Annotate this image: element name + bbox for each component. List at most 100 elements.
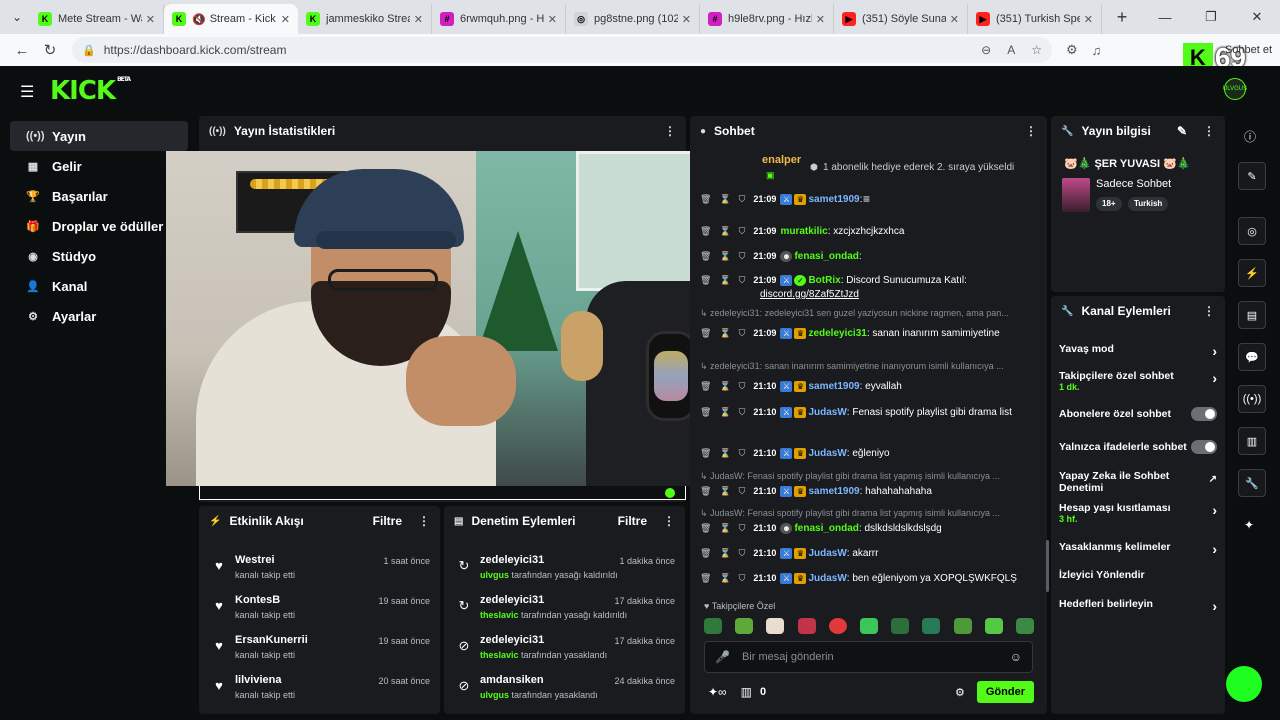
sidebar-item-5[interactable]: 👤 Kanal [10,271,188,301]
restore-button[interactable]: ❐ [1188,0,1234,34]
chat-message-list[interactable]: 🗑 ⌛ ⛉ 21:09 ⚔ ♛ samet1909: 🗑 ⌛ ⛉ 21:09 muratkilic: … [700,190,1045,600]
broadcast-icon[interactable]: ((•)) [1238,385,1266,413]
delete-message-icon[interactable]: 🗑 [700,573,711,583]
chat-username[interactable]: samet1909 [808,194,859,205]
delete-message-icon[interactable]: 🗑 [700,448,711,458]
emote-4[interactable] [797,618,816,634]
emote-3[interactable] [766,618,785,634]
sidebar-item-1[interactable]: ▦ Gelir [10,151,188,181]
moderation-row[interactable]: ⊘ zedeleyici31 theslavic tarafından yasakl… [444,628,685,668]
moderation-filter-button[interactable]: Filtre [618,514,647,528]
browser-tab[interactable]: #6rwmquh.png - Hız ✕ [432,4,566,34]
channel-action-row[interactable]: Yapay Zeka ile Sohbet Denetimi ↗ [1059,470,1219,494]
minimize-button[interactable]: — [1142,0,1188,34]
delete-message-icon[interactable]: 🗑 [700,328,711,338]
chat-username[interactable]: zedeleyici31 [808,328,866,339]
sidebar-item-3[interactable]: 🎁 Droplar ve ödüller [10,211,188,241]
extensions-icon[interactable]: ⚙ [1066,42,1078,58]
browser-tab[interactable]: ◎ pg8stne.png (1024 ✕ [566,4,700,34]
points-icon[interactable]: ✦∞ [708,685,727,699]
shield-icon[interactable]: ⛉ [739,328,746,338]
channel-actions-more-icon[interactable]: ⋮ [1203,304,1215,318]
chat-bubble-icon[interactable]: 💬 [1238,343,1266,371]
channel-action-row[interactable]: Takipçilere özel sohbet 1 dk. › [1059,370,1219,392]
delete-message-icon[interactable]: 🗑 [700,548,711,558]
timeout-hourglass-icon[interactable]: ⌛ [719,407,730,417]
emote-7[interactable] [891,618,910,634]
stream-video-preview[interactable] [166,151,762,486]
tab-close-icon[interactable]: ✕ [682,13,691,26]
activity-row[interactable]: ♥ Westrei kanalı takip etti 1 saat önce [199,548,440,588]
shield-icon[interactable]: ⛉ [739,523,746,533]
shield-icon[interactable]: ⛉ [739,194,746,204]
tab-close-icon[interactable]: ✕ [146,13,155,26]
timeout-hourglass-icon[interactable]: ⌛ [719,486,730,496]
emote-8[interactable] [922,618,941,634]
channel-action-row[interactable]: Hesap yaşı kısıtlaması 3 hf. › [1059,502,1219,524]
channel-action-row[interactable]: İzleyici Yönlendir [1059,569,1219,581]
chat-username[interactable]: JudasW [808,448,846,459]
delete-message-icon[interactable]: 🗑 [700,407,711,417]
chat-username[interactable]: muratkilic [780,226,827,237]
back-button[interactable]: ← [8,36,36,64]
sidebar-item-4[interactable]: ◉ Stüdyo [10,241,188,271]
activity-filter-button[interactable]: Filtre [373,514,402,528]
chat-more-icon[interactable]: ⋮ [1025,124,1037,138]
chat-username[interactable]: JudasW [808,407,846,418]
channel-action-row[interactable]: Hedefleri belirleyin › [1059,598,1219,614]
activity-row[interactable]: ♥ lilviviena kanalı takip etti 20 saat önce [199,668,440,708]
shield-icon[interactable]: ⛉ [739,548,746,558]
new-tab-button[interactable]: + [1108,3,1136,31]
delete-message-icon[interactable]: 🗑 [700,486,711,496]
timeout-hourglass-icon[interactable]: ⌛ [719,548,730,558]
tab-close-icon[interactable]: ✕ [1084,13,1093,26]
emote-6[interactable] [859,618,878,634]
delete-message-icon[interactable]: 🗑 [700,226,711,236]
emote-9[interactable] [953,618,972,634]
activity-row[interactable]: ♥ ErsanKunerrii kanalı takip etti 19 saat ö… [199,628,440,668]
tab-list-chevron-icon[interactable]: ⌄ [4,4,30,30]
kick-logo[interactable]: KICK BETA [50,76,131,106]
chat-username[interactable]: samet1909 [808,486,859,497]
points-icon[interactable]: ✦ [1244,518,1254,532]
browser-tab[interactable]: Kjammeskiko Stream ✕ [298,4,432,34]
close-window-button[interactable]: ✕ [1234,0,1280,34]
stream-info-more-icon[interactable]: ⋮ [1203,124,1215,138]
emote-5[interactable] [828,618,847,634]
browser-tab[interactable]: ▶ (351) Turkish Speci ✕ [968,4,1102,34]
edit-pencil-icon[interactable]: ✎ [1177,124,1187,138]
browser-tab[interactable]: K Mete Stream - Wat ✕ [30,4,164,34]
tab-close-icon[interactable]: ✕ [816,13,825,26]
chat-message-input[interactable] [741,651,1010,663]
browser-tab[interactable]: K 🔇Stream - Kick D ✕ [164,4,298,34]
delete-message-icon[interactable]: 🗑 [700,251,711,261]
menu-hamburger-icon[interactable]: ☰ [20,82,34,102]
emoji-picker-icon[interactable]: ☺ [1010,650,1022,664]
shield-icon[interactable]: ⛉ [739,381,746,391]
timeout-hourglass-icon[interactable]: ⌛ [719,251,730,261]
moderation-row[interactable]: ↻ zedeleyici31 ulvgus tarafından yasağı ka… [444,548,685,588]
shield-icon[interactable]: ⛉ [739,486,746,496]
stats-more-icon[interactable]: ⋮ [664,124,676,138]
channel-action-row[interactable]: Yasaklanmış kelimeler › [1059,541,1219,557]
info-icon[interactable]: ⓘ [1244,128,1256,145]
chat-username[interactable]: samet1909 [808,381,859,392]
wrench-icon[interactable]: 🔧 [1238,469,1266,497]
tab-close-icon[interactable]: ✕ [414,13,423,26]
sidebar-item-2[interactable]: 🏆 Başarılar [10,181,188,211]
reload-button[interactable]: ↻ [36,36,64,64]
timeout-hourglass-icon[interactable]: ⌛ [719,226,730,236]
delete-message-icon[interactable]: 🗑 [700,381,711,391]
read-aloud-icon[interactable]: A [1007,43,1015,57]
emote-1[interactable] [704,618,722,634]
channel-action-row[interactable]: Abonelere özel sohbet [1059,407,1219,421]
toggle-switch[interactable] [1191,440,1217,454]
moderation-row[interactable]: ↻ zedeleyici31 theslavic tarafından yasağı… [444,588,685,628]
camera-target-icon[interactable]: ◎ [1238,217,1266,245]
message-link[interactable]: discord.gg/8Zaf5ZtJzd [700,289,1045,300]
url-field[interactable]: 🔒 https://dashboard.kick.com/stream ⊖ A … [72,37,1052,63]
shield-icon[interactable]: ⛉ [739,275,746,285]
user-avatar[interactable]: ULVGUS [1223,78,1247,100]
channel-action-row[interactable]: Yavaş mod › [1059,343,1219,359]
shield-icon[interactable]: ⛉ [739,448,746,458]
